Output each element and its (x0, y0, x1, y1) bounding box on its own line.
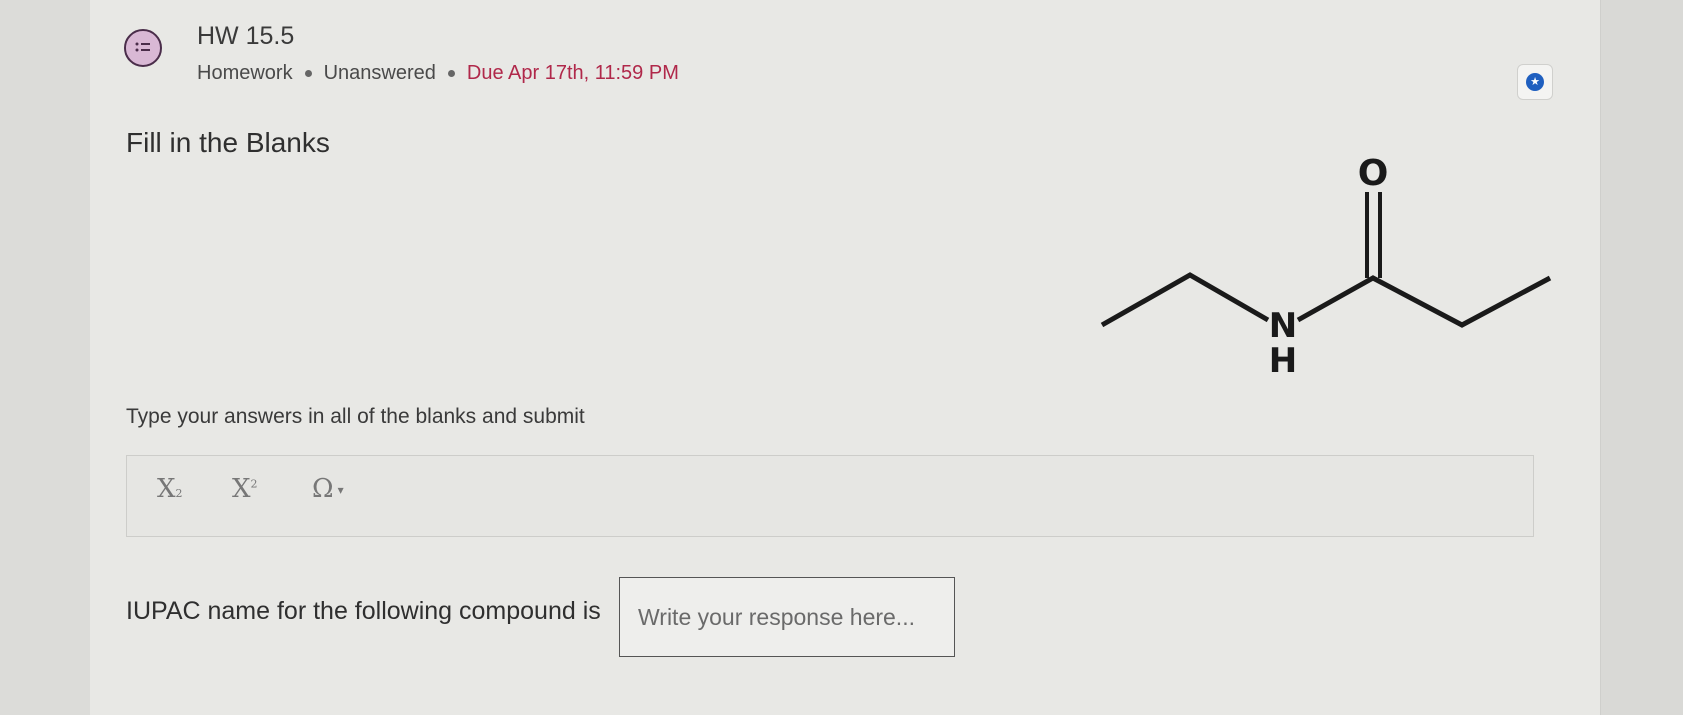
special-characters-button[interactable]: Ω ▾ (312, 474, 344, 514)
due-date: Due Apr 17th, 11:59 PM (466, 62, 679, 84)
separator-dot (304, 70, 312, 78)
atom-hydrogen: H (1269, 341, 1297, 381)
superscript-button[interactable]: X2 (232, 474, 258, 514)
atom-oxygen: O (1358, 153, 1389, 194)
atom-nitrogen: N (1269, 306, 1297, 346)
star-icon: ★ (1526, 73, 1544, 91)
formatting-toolbar: X2 X2 Ω ▾ (126, 455, 1534, 537)
bookmark-button[interactable]: ★ (1517, 64, 1553, 100)
superscript-label: X (232, 474, 251, 504)
subscript-label: X (157, 474, 176, 504)
answer-input[interactable] (619, 577, 955, 657)
assignment-meta: Homework Unanswered Due Apr 17th, 11:59 PM (197, 62, 679, 85)
assignment-title: HW 15.5 (197, 22, 295, 50)
assignment-status: Unanswered (323, 62, 436, 84)
superscript-mark: 2 (250, 477, 258, 491)
subscript-button[interactable]: X2 (157, 474, 183, 514)
subscript-mark: 2 (175, 487, 183, 500)
propanoyl-chain (1296, 275, 1552, 328)
molecule-structure: O N H (1100, 153, 1552, 381)
discussion-list-icon (124, 29, 162, 67)
chevron-down-icon: ▾ (337, 483, 344, 497)
section-title: Fill in the Blanks (126, 127, 330, 158)
instructions-text: Type your answers in all of the blanks a… (126, 405, 585, 428)
omega-icon: Ω (312, 474, 334, 504)
separator-dot (447, 70, 455, 78)
ethyl-chain (1100, 272, 1270, 328)
question-prompt: IUPAC name for the following compound is (126, 597, 601, 625)
assignment-type: Homework (197, 62, 293, 84)
left-margin (0, 0, 90, 715)
